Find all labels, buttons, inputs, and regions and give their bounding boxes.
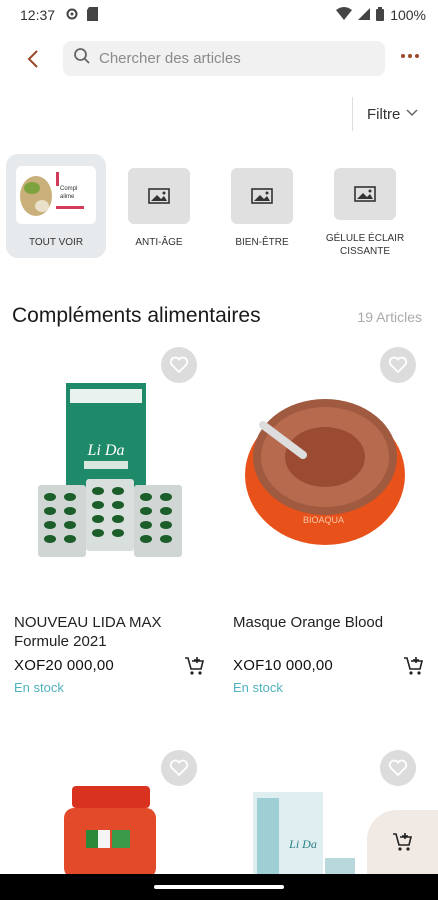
product-image[interactable]: BIOAQUA (233, 345, 433, 595)
product-card[interactable]: BIOAQUA Masque Orange Blood XOF10 000,00… (233, 345, 433, 705)
svg-text:Li Da: Li Da (87, 442, 125, 459)
battery-icon (376, 6, 385, 24)
category-label: ANTI-ÂGE (135, 237, 183, 248)
more-options-button[interactable] (398, 44, 422, 68)
status-right: 100% (336, 6, 426, 24)
product-price: XOF10 000,00 (233, 657, 333, 674)
add-to-cart-button[interactable] (403, 655, 425, 677)
category-bien-etre[interactable]: BIEN-ÊTRE (212, 154, 312, 258)
more-dot-icon (401, 54, 405, 58)
filter-button[interactable]: Filtre (352, 97, 418, 131)
add-to-cart-icon (185, 657, 205, 675)
category-gelule[interactable]: GÉLULE ÉCLAIR CISSANTE (315, 154, 415, 258)
category-all[interactable]: Compl alime TOUT VOIR (6, 154, 106, 258)
heart-icon (169, 356, 189, 374)
top-bar (0, 38, 438, 80)
category-anti-age[interactable]: ANTI-ÂGE (109, 154, 209, 258)
back-button[interactable] (18, 44, 48, 74)
add-to-cart-button[interactable] (184, 655, 206, 677)
category-thumb-text-2: alime (60, 194, 75, 200)
category-label: GÉLULE ÉCLAIR CISSANTE (325, 233, 405, 257)
favorite-button[interactable] (161, 750, 197, 786)
category-label: BIEN-ÊTRE (235, 237, 289, 248)
heart-icon (169, 759, 189, 777)
signal-icon (358, 7, 371, 23)
favorite-button[interactable] (161, 347, 197, 383)
image-placeholder-icon (128, 168, 190, 224)
status-time: 12:37 (20, 7, 56, 23)
category-label: TOUT VOIR (28, 237, 84, 248)
system-navigation-bar (0, 874, 438, 900)
floating-cart-button[interactable] (367, 810, 438, 874)
svg-text:BIOAQUA: BIOAQUA (303, 515, 344, 525)
product-price: XOF20 000,00 (14, 657, 114, 674)
product-card[interactable]: Li Da (14, 345, 214, 705)
svg-text:Li Da: Li Da (288, 837, 317, 851)
product-card[interactable] (14, 748, 214, 874)
cart-icon (392, 833, 412, 851)
status-bar: 12:37 100% (0, 0, 438, 30)
section-count: 19 Articles (357, 309, 422, 325)
home-gesture-handle[interactable] (154, 885, 284, 889)
battery-level: 100% (390, 7, 426, 23)
favorite-button[interactable] (380, 347, 416, 383)
more-dot-icon (408, 54, 412, 58)
heart-icon (388, 356, 408, 374)
search-icon (73, 47, 91, 70)
search-box[interactable] (63, 41, 385, 76)
category-all-thumbnail: Compl alime (16, 166, 96, 224)
add-to-cart-icon (404, 657, 424, 675)
filter-label: Filtre (367, 105, 401, 123)
image-placeholder-icon (334, 168, 396, 220)
back-arrow-icon (27, 50, 38, 68)
search-input[interactable] (99, 50, 369, 67)
wifi-icon (336, 7, 353, 23)
sd-card-icon (87, 6, 99, 24)
category-thumb-text-1: Compl (60, 186, 77, 192)
favorite-button[interactable] (380, 750, 416, 786)
heart-icon (388, 759, 408, 777)
stock-status: En stock (233, 680, 283, 695)
product-name[interactable]: Masque Orange Blood (233, 613, 423, 632)
more-dot-icon (415, 54, 419, 58)
product-name[interactable]: NOUVEAU LIDA MAX Formule 2021 (14, 613, 204, 651)
category-strip[interactable]: Compl alime TOUT VOIR ANTI-ÂGE BIEN-ÊTRE… (0, 154, 438, 262)
section-title: Compléments alimentaires (12, 304, 261, 327)
settings-icon (65, 7, 79, 24)
product-image[interactable]: Li Da (14, 345, 214, 595)
chevron-down-icon (406, 108, 418, 120)
image-placeholder-icon (231, 168, 293, 224)
stock-status: En stock (14, 680, 64, 695)
